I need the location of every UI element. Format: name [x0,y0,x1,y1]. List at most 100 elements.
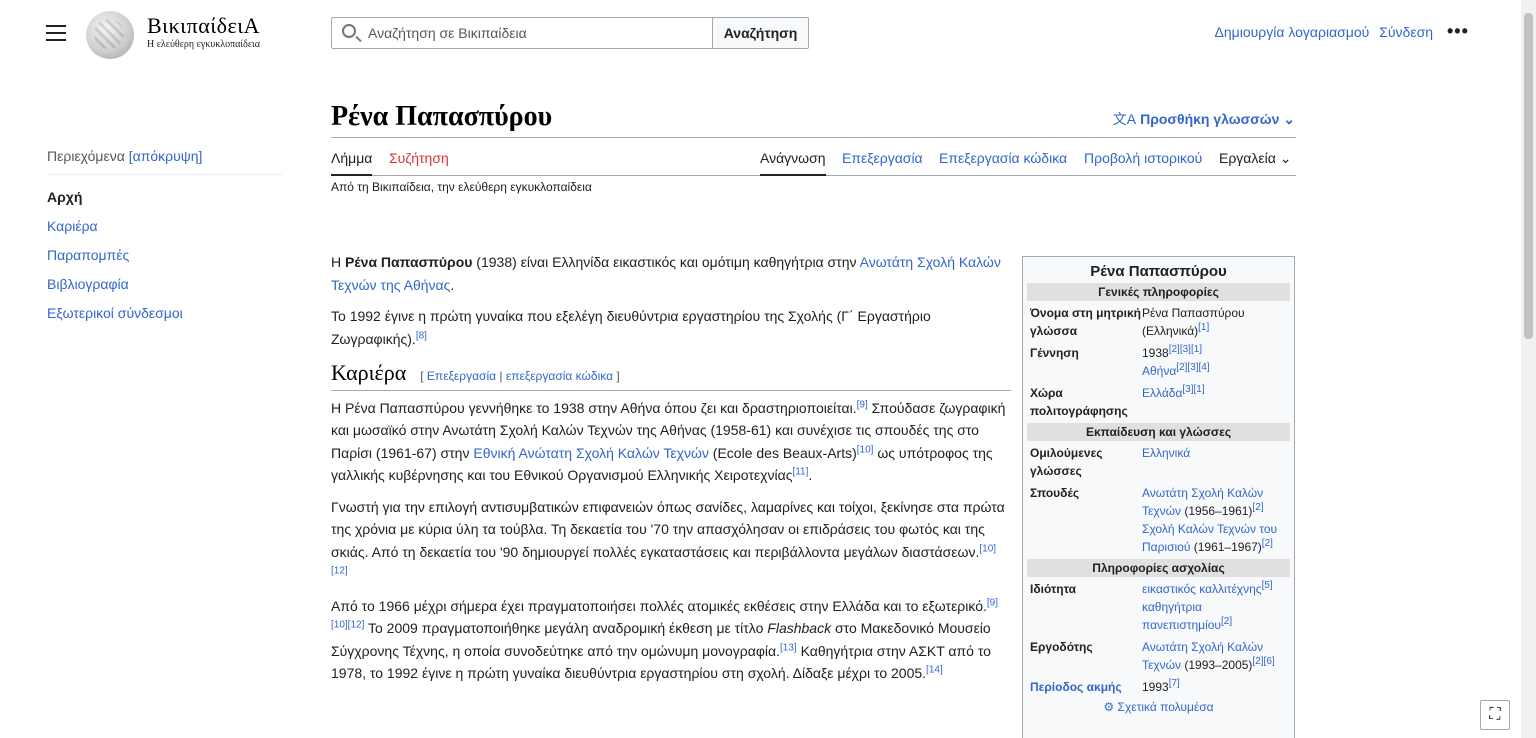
text: Η Ρένα Παπασπύρου γεννήθηκε το 1938 στην… [331,399,857,416]
tab-read[interactable]: Ανάγνωση [760,149,826,176]
infobox-section-general: Γενικές πληροφορίες [1027,283,1290,301]
professor-link[interactable]: καθηγήτρια πανεπιστημίου [1142,600,1221,632]
reference-link[interactable]: [13] [780,642,797,653]
reference-link[interactable]: [7] [1169,678,1180,689]
infobox-row-floruit: Περίοδος ακμής 1993[7] [1027,676,1290,698]
infobox-value: Ελλάδα[3][1] [1142,384,1290,420]
visual-artist-link[interactable]: εικαστικός καλλιτέχνης [1142,582,1262,596]
more-options-icon[interactable]: ••• [1447,21,1469,42]
athens-link[interactable]: Αθήνα [1142,364,1176,378]
section-edit-source-link[interactable]: επεξεργασία κώδικα [506,369,613,383]
reference-link[interactable]: [3][1] [1182,384,1204,395]
related-media[interactable]: ⚙ Σχετικά πολυμέσα [1027,698,1290,714]
career-paragraph-1: Η Ρένα Παπασπύρου γεννήθηκε το 1938 στην… [331,397,1011,487]
tab-article[interactable]: Λήμμα [331,149,373,176]
intro-paragraph-1: Η Ρένα Παπασπύρου (1938) είναι Ελληνίδα … [331,251,1011,296]
text: (1961–1967) [1190,540,1262,554]
reference-link[interactable]: [1] [1198,322,1209,333]
scrollbar-thumb[interactable] [1524,13,1533,339]
search-input[interactable] [368,18,708,48]
section-title: Καριέρα [331,360,407,385]
tab-edit-source[interactable]: Επεξεργασία κώδικα [939,149,1067,176]
infobox-section-education: Εκπαίδευση και γλώσσες [1027,423,1290,441]
infobox-row-languages: Ομιλούμενες γλώσσες Ελληνικά [1027,442,1290,482]
reference-link[interactable]: [10] [857,444,874,455]
bracket: ] [613,369,620,383]
chevron-down-icon: ⌄ [1279,150,1292,166]
exhibition-title: Flashback [767,620,832,636]
add-languages-label: Προσθήκη γλωσσών [1140,111,1280,127]
infobox-section-occupation: Πληροφορίες ασχολίας [1027,559,1290,577]
text: Ρένα Παπασπύρου (Ελληνικά) [1142,306,1245,338]
toc-item-career[interactable]: Καριέρα [47,212,282,241]
infobox-value: 1993[7] [1142,678,1290,696]
wikipedia-wordmark[interactable]: ΒικιπαίδειΑ [147,13,260,39]
table-of-contents: Περιεχόμενα [απόκρυψη] Αρχή Καριέρα Παρα… [47,148,282,328]
text: (1938) είναι Ελληνίδα εικαστικός και ομό… [472,254,860,270]
wikipedia-globe-logo[interactable] [86,11,134,59]
site-subtitle: Από τη Βικιπαίδεια, την ελεύθερη εγκυκλο… [331,180,592,194]
infobox-label: Εργοδότης [1030,640,1093,654]
infobox-label: Χώρα πολιτογράφησης [1030,386,1128,418]
career-paragraph-2: Γνωστή για την επιλογή αντισυμβατικών επ… [331,496,1011,586]
infobox-row-occupation: Ιδιότητα εικαστικός καλλιτέχνης[5] καθηγή… [1027,578,1290,636]
tab-talk[interactable]: Συζήτηση [389,149,449,176]
toc-item-references[interactable]: Παραπομπές [47,241,282,270]
toc-hide-link[interactable]: [απόκρυψη] [129,148,203,164]
reference-link[interactable]: [2] [1262,538,1273,549]
wikipedia-tagline: Η ελεύθερη εγκυκλοπαίδεια [147,39,260,50]
text: Η [331,254,345,270]
section-edit-link[interactable]: Επεξεργασία [427,369,496,383]
toc-item-external-links[interactable]: Εξωτερικοί σύνδεσμοι [47,299,282,328]
separator: | [496,369,506,383]
text: . [450,276,455,293]
related-media-link[interactable]: Σχετικά πολυμέσα [1118,700,1214,714]
create-account-link[interactable]: Δημιουργία λογαριασμού [1215,24,1370,40]
reference-link[interactable]: [14] [926,664,943,675]
infobox-row-employer: Εργοδότης Ανωτάτη Σχολή Καλών Τεχνών (19… [1027,636,1290,676]
tab-edit[interactable]: Επεξεργασία [842,149,923,176]
toc-item-bibliography[interactable]: Βιβλιογραφία [47,270,282,299]
toc-item-top[interactable]: Αρχή [47,183,282,212]
infobox: Ρένα Παπασπύρου Γενικές πληροφορίες Όνομ… [1022,256,1295,738]
reference-link[interactable]: [2] [1252,502,1263,513]
reference-link[interactable]: [11] [792,466,808,477]
add-languages-button[interactable]: 文A Προσθήκη γλωσσών ⌄ [1113,109,1295,129]
search-icon [342,24,356,38]
personal-tools: Δημιουργία λογαριασμού Σύνδεση [1209,24,1433,40]
reference-link[interactable]: [5] [1262,580,1273,591]
infobox-label-link[interactable]: Περίοδος ακμής [1027,678,1142,696]
tab-tools[interactable]: Εργαλεία ⌄ [1219,149,1291,176]
beaux-arts-link[interactable]: Εθνική Ανώτατη Σχολή Καλών Τεχνών [473,445,709,461]
page-tabs: Λήμμα Συζήτηση Ανάγνωση Επεξεργασία Επεξ… [331,149,1296,176]
infobox-row-studies: Σπουδές Ανωτάτη Σχολή Καλών Τεχνών (1956… [1027,482,1290,558]
text: 1993 [1142,680,1169,694]
infobox-value: εικαστικός καλλιτέχνης[5] καθηγήτρια πανε… [1142,580,1290,634]
greek-language-link[interactable]: Ελληνικά [1142,446,1190,460]
reference-link[interactable]: [9] [857,399,868,410]
tab-history[interactable]: Προβολή ιστορικού [1084,149,1202,176]
text: . [808,467,813,483]
fullscreen-icon[interactable]: ⛶ [1480,700,1510,730]
login-link[interactable]: Σύνδεση [1379,24,1433,40]
text: (1993–2005) [1181,658,1253,672]
vertical-scrollbar[interactable] [1521,0,1536,738]
reference-link[interactable]: [2] [1221,616,1232,627]
toc-header: Περιεχόμενα [απόκρυψη] [47,148,282,175]
section-heading-career: Καριέρα [ Επεξεργασία | επεξεργασία κώδι… [331,360,1011,391]
infobox-row-native-name: Όνομα στη μητρική γλώσσα Ρένα Παπασπύρου… [1027,302,1290,342]
infobox-label: Σπουδές [1030,486,1080,500]
reference-link[interactable]: [8] [416,330,427,341]
infobox-label: Ομιλούμενες γλώσσες [1030,446,1103,478]
text: Γνωστή για την επιλογή αντισυμβατικών επ… [331,498,1005,560]
title-divider [331,137,1296,138]
search-button[interactable]: Αναζήτηση [712,17,809,49]
reference-link[interactable]: [2][3][4] [1176,362,1209,373]
infobox-value: 1938[2][3][1] Αθήνα[2][3][4] [1142,344,1290,380]
infobox-title: Ρένα Παπασπύρου [1090,263,1227,280]
section-edit-links: [ Επεξεργασία | επεξεργασία κώδικα ] [420,365,619,388]
greece-link[interactable]: Ελλάδα [1142,386,1182,400]
main-menu-icon[interactable] [46,25,66,41]
reference-link[interactable]: [2][3][1] [1169,344,1202,355]
reference-link[interactable]: [2][6] [1252,656,1274,667]
